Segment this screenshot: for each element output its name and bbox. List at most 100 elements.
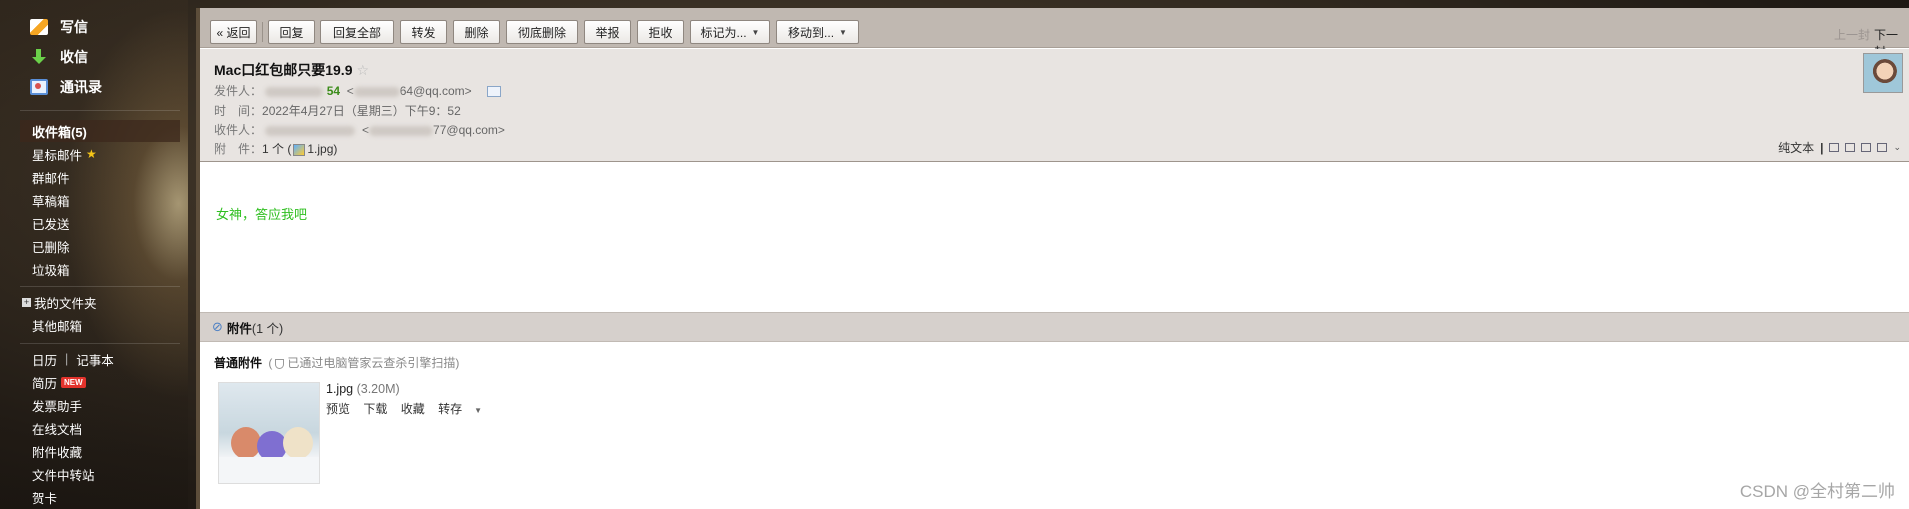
back-button[interactable]: « 返回 [210,20,257,44]
subject-text: Mac口红包邮只要19.9 [214,62,353,78]
forward-button[interactable]: 转发 [400,20,447,44]
mail-subject: Mac口红包邮只要19.9 ☆ [214,60,369,80]
sidebar-item-my-folders[interactable]: + 我的文件夹 [22,293,97,311]
caret-down-icon: ▼ [751,27,760,37]
scan-open-paren: ( [268,356,273,370]
sidebar-item-attachment-favorites[interactable]: 附件收藏 [32,442,82,460]
reply-all-button[interactable]: 回复全部 [320,20,394,44]
time-value: 2022年4月27日（星期三）下午9：52 [262,104,461,118]
redacted-block [265,86,324,97]
new-window-icon[interactable] [1829,143,1840,152]
recipient-address[interactable]: 77@qq.com> [433,123,505,137]
starred-label: 星标邮件 [32,148,83,163]
sidebar-item-group-mail[interactable]: 群邮件 [32,168,70,186]
attachments-bar: ⊘ 附件 (1 个) [200,312,1909,342]
to-label: 收件人： [214,123,263,137]
time-label: 时 间： [214,104,263,118]
attachments-title: 附件 [226,321,252,336]
attachment-file-name[interactable]: 1.jpg [326,382,353,396]
sidebar-item-starred[interactable]: 星标邮件 ★ [32,145,97,163]
star-outline-icon[interactable]: ☆ [356,62,369,78]
att-file-link[interactable]: 1.jpg [307,142,333,156]
time-row: 时 间：2022年4月27日（星期三）下午9：52 [214,102,461,119]
report-button[interactable]: 举报 [584,20,631,44]
mail-header: Mac口红包邮只要19.9 ☆ 发件人： 54 <64@qq.com> 时 间：2… [200,49,1909,162]
sidebar-item-resume[interactable]: 简历 NEW [32,373,86,391]
sidebar-item-calendar[interactable]: 日历 [32,350,57,369]
write-button[interactable]: 写信 [30,16,88,38]
divider [20,286,180,287]
print-icon[interactable] [1877,143,1888,152]
scan-note: (已通过电脑管家云查杀引擎扫描) [268,356,459,370]
sidebar-item-other-mailbox[interactable]: 其他邮箱 [32,316,82,334]
star-icon: ★ [86,147,97,161]
image-file-icon [293,143,306,156]
sidebar-item-invoice[interactable]: 发票助手 [32,396,82,414]
sender-row: 发件人： 54 <64@qq.com> [214,82,501,99]
contacts-icon [30,79,48,95]
att-close-paren: ) [333,142,338,156]
pencil-icon [30,19,48,35]
receive-button[interactable]: 收信 [30,46,88,68]
write-label: 写信 [60,19,88,35]
shield-icon [275,358,285,369]
separator: | [1820,140,1824,155]
attachment-actions: 预览 下载 收藏 转存 ▼ [326,400,502,417]
sidebar-item-drafts[interactable]: 草稿箱 [32,191,70,209]
save-to-dropdown[interactable]: 转存 ▼ [438,402,492,416]
mark-as-dropdown[interactable]: 标记为... ▼ [690,20,770,44]
sidebar-item-deleted[interactable]: 已删除 [32,237,70,255]
add-contact-icon[interactable] [486,86,501,98]
divider [20,110,180,111]
from-label: 发件人： [214,84,263,98]
my-folders-label: 我的文件夹 [34,296,97,311]
redacted-block [369,125,434,136]
sidebar-item-online-docs[interactable]: 在线文档 [32,419,82,437]
attachments-count: (1 个) [251,321,284,336]
delete-permanently-button[interactable]: 彻底删除 [506,20,578,44]
reject-button[interactable]: 拒收 [637,20,684,44]
attachment-row: 附 件：1 个 (1.jpg) [214,140,337,157]
inbox-label: 收件箱(5) [32,124,87,140]
sidebar-item-sent[interactable]: 已发送 [32,214,70,232]
recipient-row: 收件人： <77@qq.com> [214,123,505,137]
sidebar-item-greeting-card[interactable]: 贺卡 [32,488,57,506]
delete-button[interactable]: 删除 [453,20,500,44]
attachment-file: 1.jpg (3.20M) [326,382,400,396]
caret-down-icon: ▼ [474,406,483,415]
attachment-thumbnail[interactable] [218,382,320,484]
prev-mail-link[interactable]: 上一封 [1834,26,1870,43]
download-link[interactable]: 下载 [363,402,387,416]
save-to-label: 转存 [438,402,463,416]
contacts-label: 通讯录 [60,79,102,95]
mark-as-label: 标记为... [700,25,747,40]
separator: | [65,352,69,366]
sender-name[interactable]: 54 [327,84,340,98]
sender-address[interactable]: 64@qq.com> [400,84,472,98]
favorite-link[interactable]: 收藏 [401,402,425,416]
plain-text-link[interactable]: 纯文本 [1778,139,1814,156]
new-badge: NEW [61,376,86,388]
sidebar-item-file-transfer[interactable]: 文件中转站 [32,465,95,483]
fullscreen-icon[interactable] [1845,143,1856,152]
reply-button[interactable]: 回复 [268,20,315,44]
expand-icon[interactable]: + [22,297,31,307]
contacts-button[interactable]: 通讯录 [30,76,102,98]
save-icon[interactable] [1861,143,1872,152]
download-icon [30,49,48,65]
sidebar-item-inbox[interactable]: 收件箱(5) [20,120,180,142]
toolbar: « 返回 回复 回复全部 转发 删除 彻底删除 举报 拒收 标记为... ▼ 移… [200,8,1909,59]
move-to-label: 移动到... [788,25,835,40]
sender-avatar[interactable] [1863,53,1903,93]
sidebar-item-notes[interactable]: 记事本 [76,350,114,369]
receive-label: 收信 [60,49,88,65]
toolbar-separator [262,22,263,42]
preview-link[interactable]: 预览 [326,402,350,416]
paperclip-icon: ⊘ [212,319,223,334]
normal-attachments-label: 普通附件 (已通过电脑管家云查杀引擎扫描) [214,354,459,371]
move-to-dropdown[interactable]: 移动到... ▼ [776,20,859,44]
attachment-file-size: (3.20M) [356,382,400,396]
watermark: CSDN @全村第二帅 [1739,482,1895,501]
sidebar-item-spam[interactable]: 垃圾箱 [32,260,70,278]
chevron-down-icon[interactable]: ⌄ [1893,142,1901,153]
